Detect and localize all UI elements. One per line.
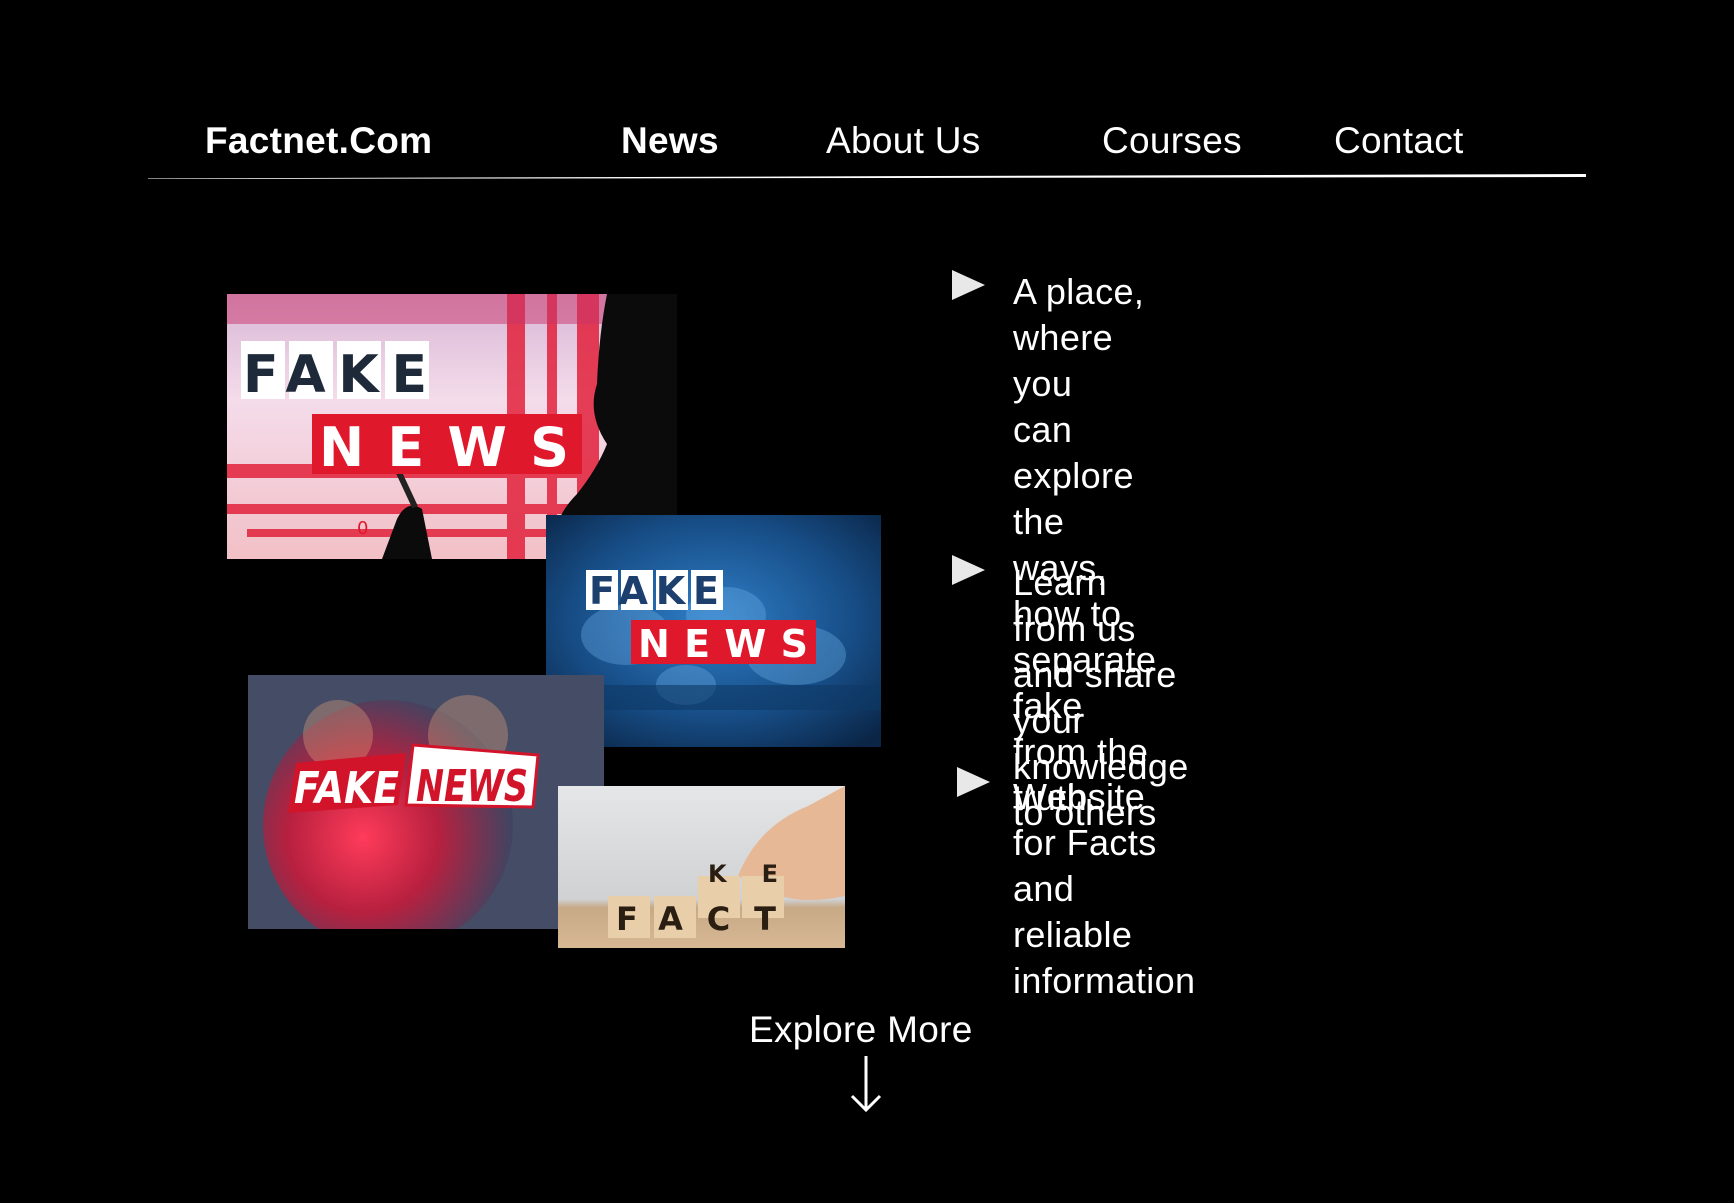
top-navigation: Factnet.Com News About Us Courses Contac… (0, 0, 1734, 190)
play-triangle-icon (957, 767, 990, 797)
fact-blocks-image: FACT KE (558, 786, 845, 948)
play-triangle-icon (952, 555, 985, 585)
play-triangle-icon (952, 270, 985, 300)
brand-logo[interactable]: Factnet.Com (205, 118, 432, 164)
nav-item-courses[interactable]: Courses (1102, 118, 1242, 164)
nav-divider (148, 174, 1586, 179)
fake-news-globe-image: FAKE NEWS (248, 675, 604, 929)
nav-item-about-us[interactable]: About Us (826, 118, 981, 164)
arrow-down-icon[interactable] (848, 1054, 884, 1114)
img1-ticker-text: 0 (357, 518, 368, 539)
bullet-text-3: Website for Facts and reliable informati… (1013, 776, 1196, 1001)
img3-news-text: NEWS (416, 761, 528, 812)
explore-more-link[interactable]: Explore More (749, 1007, 973, 1053)
nav-item-contact[interactable]: Contact (1334, 118, 1464, 164)
img3-fake-text: FAKE (294, 763, 399, 814)
nav-item-news[interactable]: News (621, 118, 719, 164)
